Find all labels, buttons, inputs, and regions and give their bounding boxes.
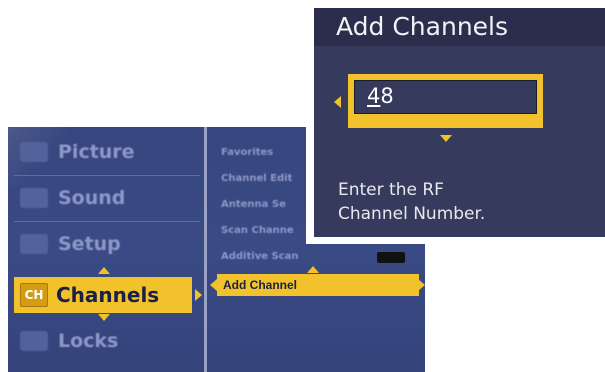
left-arrow-icon[interactable]	[334, 96, 341, 108]
channel-number-input[interactable]: 48	[354, 80, 537, 114]
sub-menu-item[interactable]: Channel Edit	[221, 173, 292, 193]
ch-icon: CH	[20, 283, 48, 307]
menu-item-label: Sound	[58, 187, 126, 209]
up-arrow-icon	[307, 266, 319, 273]
menu-item-label: Channels	[56, 283, 160, 307]
main-menu: Picture Sound Setup CH Channels Locks	[8, 127, 204, 372]
menu-item-setup[interactable]: Setup	[14, 223, 202, 265]
channel-number-field[interactable]: 48	[348, 74, 543, 128]
menu-item-locks[interactable]: Locks	[14, 320, 202, 362]
right-arrow-icon	[195, 289, 202, 301]
sub-menu-item[interactable]: Antenna Se	[221, 199, 286, 219]
menu-item-label: Setup	[58, 233, 121, 255]
speaker-icon	[20, 188, 48, 208]
left-arrow-icon	[210, 279, 217, 291]
sub-menu-item[interactable]: Scan Channe	[221, 225, 294, 245]
add-channels-dialog: Add Channels 48 Enter the RF Channel Num…	[314, 8, 605, 237]
menu-item-sound[interactable]: Sound	[14, 177, 202, 219]
dialog-title: Add Channels	[314, 8, 605, 46]
right-arrow-icon	[418, 279, 425, 291]
help-line: Channel Number.	[338, 204, 486, 224]
sub-menu-item[interactable]: Favorites	[221, 147, 273, 167]
menu-item-channels[interactable]: CH Channels	[14, 277, 192, 313]
menu-divider	[14, 221, 200, 222]
lock-icon	[20, 331, 48, 351]
input-value: 48	[367, 84, 394, 108]
up-arrow-icon	[98, 267, 110, 274]
menu-divider	[14, 175, 200, 176]
input-cursor-digit: 4	[367, 84, 381, 108]
help-text: Enter the RF Channel Number.	[338, 178, 485, 226]
menu-item-label: Picture	[58, 141, 135, 163]
menu-item-picture[interactable]: Picture	[14, 131, 202, 173]
gear-icon	[20, 234, 48, 254]
help-line: Enter the RF	[338, 180, 444, 200]
down-arrow-icon[interactable]	[440, 135, 452, 142]
menu-item-label: Locks	[58, 330, 119, 352]
dialog-frame: Add Channels 48 Enter the RF Channel Num…	[306, 0, 605, 244]
sub-menu-item[interactable]: Additive Scan	[221, 251, 298, 271]
sub-menu-item-add-channel[interactable]: Add Channel	[217, 274, 419, 296]
input-rest-digits: 8	[380, 84, 394, 108]
picture-icon	[20, 142, 48, 162]
status-badge	[377, 252, 405, 263]
